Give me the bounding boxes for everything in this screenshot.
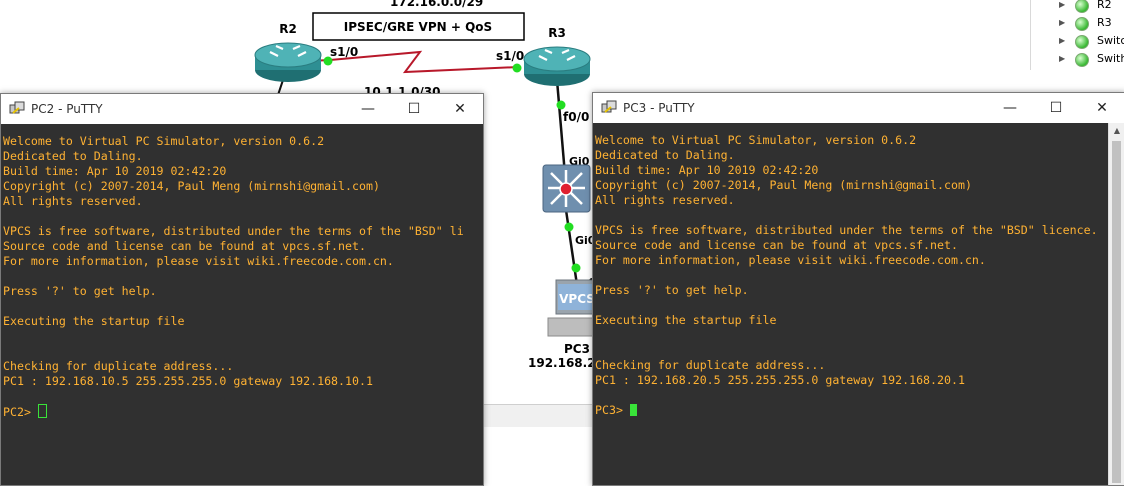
expand-arrow-icon[interactable]: ▶ <box>1059 36 1065 45</box>
status-green-icon <box>1075 0 1089 13</box>
terminal-line: For more information, please visit wiki.… <box>595 253 986 267</box>
terminal-line: Welcome to Virtual PC Simulator, version… <box>595 133 917 147</box>
scroll-up-arrow-icon[interactable]: ▲ <box>1109 123 1124 139</box>
expand-arrow-icon[interactable]: ▶ <box>1059 18 1065 27</box>
terminal-line: All rights reserved. <box>595 193 735 207</box>
canvas-scroll-area <box>482 404 594 427</box>
terminal-line: Copyright (c) 2007-2014, Paul Meng (mirn… <box>3 179 380 193</box>
terminal-cursor <box>37 404 47 418</box>
terminal-line: VPCS is free software, distributed under… <box>595 223 1098 237</box>
terminal-line: Source code and license can be found at … <box>3 239 366 253</box>
status-green-icon <box>1075 17 1089 31</box>
terminal-line: Checking for duplicate address... <box>3 359 234 373</box>
terminal-line: Build time: Apr 10 2019 02:42:20 <box>3 164 227 178</box>
close-button[interactable]: ✕ <box>1079 93 1124 123</box>
device-tree: ▶ R2 ▶ R3 ▶ Switc ▶ Swith <box>1030 0 1124 70</box>
putty-icon <box>601 100 617 113</box>
terminal-area[interactable]: Welcome to Virtual PC Simulator, version… <box>1 124 483 485</box>
router-r2[interactable] <box>254 42 322 82</box>
expand-arrow-icon[interactable]: ▶ <box>1059 54 1065 63</box>
terminal-output: Welcome to Virtual PC Simulator, version… <box>3 134 464 420</box>
window-title: PC3 - PuTTY <box>623 101 695 115</box>
terminal-line: Dedicated to Daling. <box>595 148 735 162</box>
r3-label: R3 <box>548 26 566 40</box>
terminal-line: All rights reserved. <box>3 194 143 208</box>
terminal-line: Dedicated to Daling. <box>3 149 143 163</box>
terminal-area[interactable]: Welcome to Virtual PC Simulator, version… <box>593 123 1109 485</box>
port-status-dot <box>571 263 581 273</box>
pc3-ip-label: 192.168.2 <box>528 356 596 370</box>
switch-pc3-link <box>564 209 579 286</box>
putty-icon <box>9 101 25 114</box>
switch-icon[interactable] <box>542 164 591 213</box>
putty-window-pc3[interactable]: PC3 - PuTTY — ☐ ✕ Welcome to Virtual PC … <box>592 92 1124 486</box>
serial-link[interactable] <box>287 50 519 74</box>
terminal-cursor <box>629 404 637 416</box>
terminal-prompt: PC3> <box>595 403 630 417</box>
terminal-line: Executing the startup file <box>3 314 185 328</box>
tree-item-r3[interactable]: ▶ R3 <box>1031 15 1124 33</box>
r3-port-label: s1/0 <box>496 49 524 63</box>
top-network-label: 172.16.0.0/29 <box>390 0 483 9</box>
pc3-label: PC3 <box>564 342 590 356</box>
terminal-line: Build time: Apr 10 2019 02:42:20 <box>595 163 819 177</box>
r2-port-label: s1/0 <box>330 45 358 59</box>
port-status-dot <box>564 222 574 232</box>
terminal-line: Welcome to Virtual PC Simulator, version… <box>3 134 325 148</box>
terminal-line: VPCS is free software, distributed under… <box>3 224 464 238</box>
window-title: PC2 - PuTTY <box>31 102 103 116</box>
terminal-output: Welcome to Virtual PC Simulator, version… <box>595 133 1098 418</box>
terminal-line: For more information, please visit wiki.… <box>3 254 394 268</box>
putty-window-pc2[interactable]: PC2 - PuTTY — ☐ ✕ Welcome to Virtual PC … <box>0 93 484 486</box>
tree-item-label: R2 <box>1097 0 1112 11</box>
vpcs-icon-text: VPCS <box>559 292 595 306</box>
maximize-button[interactable]: ☐ <box>1033 93 1079 123</box>
tree-item-r2[interactable]: ▶ R2 <box>1031 0 1124 15</box>
minimize-button[interactable]: — <box>987 93 1033 123</box>
port-status-dot <box>512 63 522 73</box>
tree-item-label: Switc <box>1097 34 1124 47</box>
terminal-line: PC1 : 192.168.10.5 255.255.255.0 gateway… <box>3 374 373 388</box>
r3-switch-link <box>555 79 567 176</box>
r3-f0-label: f0/0 <box>563 110 589 124</box>
expand-arrow-icon[interactable]: ▶ <box>1059 0 1065 9</box>
tree-item-label: R3 <box>1097 16 1112 29</box>
port-status-dot <box>556 100 566 110</box>
status-green-icon <box>1075 35 1089 49</box>
vpn-annotation[interactable]: IPSEC/GRE VPN + QoS <box>312 12 525 41</box>
terminal-line: Source code and license can be found at … <box>595 238 958 252</box>
tree-item-switch[interactable]: ▶ Switc <box>1031 33 1124 51</box>
minimize-button[interactable]: — <box>345 94 391 124</box>
port-status-dot <box>323 56 333 66</box>
terminal-line: PC1 : 192.168.20.5 255.255.255.0 gateway… <box>595 373 965 387</box>
terminal-line: Executing the startup file <box>595 313 777 327</box>
router-r3[interactable] <box>523 46 591 86</box>
terminal-line: Press '?' to get help. <box>595 283 749 297</box>
vpcs-host-icon[interactable]: VPCS <box>547 279 599 337</box>
status-green-icon <box>1075 53 1089 67</box>
maximize-button[interactable]: ☐ <box>391 94 437 124</box>
terminal-line: Checking for duplicate address... <box>595 358 826 372</box>
titlebar[interactable]: PC3 - PuTTY — ☐ ✕ <box>593 93 1124 123</box>
r2-label: R2 <box>279 22 297 36</box>
vpn-label: IPSEC/GRE VPN + QoS <box>344 20 492 34</box>
terminal-prompt: PC2> <box>3 405 38 419</box>
terminal-line: Press '?' to get help. <box>3 284 157 298</box>
titlebar[interactable]: PC2 - PuTTY — ☐ ✕ <box>1 94 483 124</box>
scrollbar-thumb[interactable] <box>1112 141 1121 483</box>
terminal-line: Copyright (c) 2007-2014, Paul Meng (mirn… <box>595 178 972 192</box>
vertical-scrollbar[interactable]: ▲ <box>1108 123 1124 485</box>
tree-item-label: Swith <box>1097 52 1124 65</box>
tree-item-swith[interactable]: ▶ Swith <box>1031 51 1124 69</box>
close-button[interactable]: ✕ <box>437 94 483 124</box>
